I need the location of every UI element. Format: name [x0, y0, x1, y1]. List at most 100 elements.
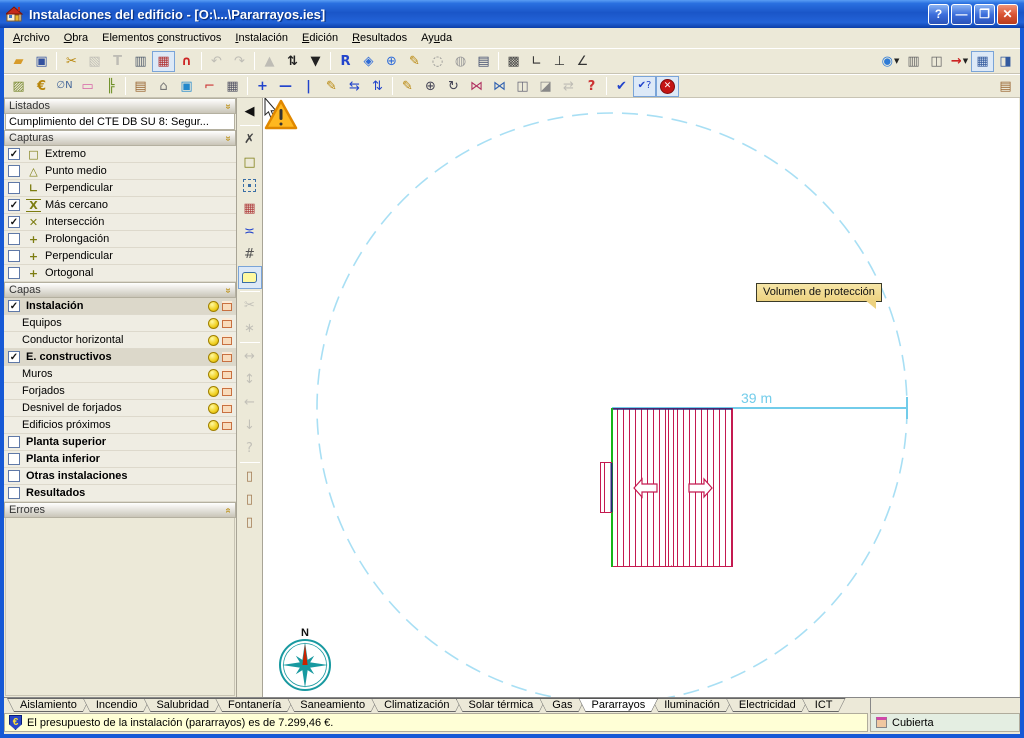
slab-edge-button[interactable]: ⌐ — [198, 76, 221, 97]
go-up-floor-button[interactable]: ▲ — [258, 51, 281, 72]
north-direction-button[interactable]: ∅N — [53, 76, 76, 97]
layer-3d-cube-icon[interactable] — [222, 352, 232, 362]
split-element-button[interactable]: ✂ — [238, 294, 262, 317]
tab-aislamiento[interactable]: Aislamiento — [7, 698, 90, 712]
move-element-button[interactable]: ⊕ — [419, 76, 442, 97]
checkbox[interactable]: ✓ — [8, 216, 20, 228]
edit-plans-button[interactable]: ▨ — [7, 76, 30, 97]
menu-instalacion[interactable]: Instalación — [228, 30, 295, 46]
maximize-button[interactable]: ❐ — [974, 4, 995, 25]
checkbox[interactable]: ✓ — [8, 300, 20, 312]
move-points-horizontal-button[interactable]: ⇆ — [343, 76, 366, 97]
menu-ayuda[interactable]: Ayuda — [414, 30, 459, 46]
configure-tools-button[interactable]: ✗ — [238, 128, 262, 151]
move-points-vertical-button[interactable]: ⇅ — [366, 76, 389, 97]
layer-visibility-icon[interactable] — [208, 403, 219, 414]
capture-templates-button[interactable]: ▧ — [83, 51, 106, 72]
print-preview-button[interactable]: ◫ — [925, 51, 948, 72]
rotate-element-button[interactable]: ↻ — [442, 76, 465, 97]
checkbox[interactable] — [8, 470, 20, 482]
legend-button[interactable]: ╠ — [99, 76, 122, 97]
layer-visibility-icon[interactable] — [208, 386, 219, 397]
window-configuration-button[interactable]: ▦ — [971, 51, 994, 72]
menu-archivo[interactable]: Archivo — [6, 30, 57, 46]
edit-query-button[interactable]: ? — [580, 76, 603, 97]
budget-button[interactable]: € — [30, 76, 53, 97]
checkbox[interactable] — [8, 267, 20, 279]
open-project-button[interactable]: ▰ — [7, 51, 30, 72]
tab-salubridad[interactable]: Salubridad — [143, 698, 222, 712]
quick-assign-panel-button[interactable]: ▤ — [994, 76, 1017, 97]
transfer-elements-button[interactable]: ⇄ — [557, 76, 580, 97]
errores-header[interactable]: Errores » — [4, 502, 236, 518]
text-window-button[interactable]: ▤ — [472, 51, 495, 72]
listados-header[interactable]: Listados » — [4, 98, 236, 114]
edit-templates-button[interactable]: ✂ — [60, 51, 83, 72]
verify-check-button[interactable]: ✔? — [633, 76, 656, 97]
insert-horizontal-line-button[interactable]: — — [274, 76, 297, 97]
query-edit-tool-button[interactable]: ? — [238, 437, 262, 460]
insert-vertical-line-button[interactable]: | — [297, 76, 320, 97]
walls-button[interactable]: ▤ — [129, 76, 152, 97]
help-button[interactable]: ? — [928, 4, 949, 25]
layer-visibility-icon[interactable] — [208, 301, 219, 312]
tab-solar-termica[interactable]: Solar térmica — [456, 698, 547, 712]
menu-obra[interactable]: Obra — [57, 30, 95, 46]
layer-3d-cube-icon[interactable] — [222, 403, 232, 413]
edit-element-button[interactable]: ✎ — [396, 76, 419, 97]
zoom-window-button[interactable]: ✎ — [403, 51, 426, 72]
nearby-buildings-button[interactable]: ▦ — [221, 76, 244, 97]
snap-square-button[interactable]: □ — [238, 151, 262, 174]
stretch-horizontal-button[interactable]: ↔ — [238, 345, 262, 368]
mirror-axis-button[interactable]: ⋈ — [465, 76, 488, 97]
layer-3d-cube-icon[interactable] — [222, 369, 232, 379]
selection-window-button[interactable] — [238, 174, 262, 197]
tab-climatizacion[interactable]: Climatización — [371, 698, 462, 712]
tab-fontaneria[interactable]: Fontanería — [215, 698, 294, 712]
coordinate-axes-button[interactable]: ∟ — [525, 51, 548, 72]
background-plan-bw-button[interactable]: ▩ — [502, 51, 525, 72]
layer-3d-cube-icon[interactable] — [222, 386, 232, 396]
layer-3d-cube-icon[interactable] — [222, 301, 232, 311]
close-button[interactable]: ✕ — [997, 4, 1018, 25]
layer-visibility-icon[interactable] — [208, 318, 219, 329]
pan-view-button[interactable]: ◍ — [449, 51, 472, 72]
snap-magnet-button[interactable]: ∩ — [175, 51, 198, 72]
drawing-canvas[interactable]: 39 m — [263, 98, 1019, 697]
mirror-copy-button[interactable]: ⋈ — [488, 76, 511, 97]
column-tool-3-button[interactable]: ▯ — [238, 511, 262, 534]
captures-settings-button[interactable]: ▦ — [238, 197, 262, 220]
tab-incendio[interactable]: Incendio — [83, 698, 151, 712]
column-tool-2-button[interactable]: ▯ — [238, 488, 262, 511]
undo-button[interactable]: ↶ — [205, 51, 228, 72]
floor-selector-button[interactable]: ⇅ — [281, 51, 304, 72]
layer-visibility-icon[interactable] — [208, 369, 219, 380]
checkbox[interactable]: ✓ — [8, 199, 20, 211]
dimension-tool-button[interactable]: ⊥ — [548, 51, 571, 72]
checkbox[interactable]: ✓ — [8, 351, 20, 363]
collapse-panel-button[interactable]: ◀ — [238, 100, 262, 123]
furniture-button[interactable]: ⌂ — [152, 76, 175, 97]
checkbox[interactable]: ✓ — [8, 148, 20, 160]
listados-report-item[interactable]: Cumplimiento del CTE DB SU 8: Segur... — [5, 114, 235, 130]
tab-electricidad[interactable]: Electricidad — [726, 698, 809, 712]
layer-3d-cube-icon[interactable] — [222, 318, 232, 328]
redraw-view-button[interactable]: R — [334, 51, 357, 72]
edit-points-button[interactable]: ✎ — [320, 76, 343, 97]
menu-resultados[interactable]: Resultados — [345, 30, 414, 46]
layer-3d-cube-icon[interactable] — [222, 335, 232, 345]
capas-header[interactable]: Capas » — [4, 282, 236, 298]
checkbox[interactable] — [8, 250, 20, 262]
warning-icon[interactable] — [263, 98, 299, 132]
tab-iluminacion[interactable]: Iluminación — [651, 698, 733, 712]
insert-point-button[interactable]: + — [251, 76, 274, 97]
checkbox[interactable] — [8, 182, 20, 194]
checkbox[interactable] — [8, 436, 20, 448]
move-left-tool-button[interactable]: ← — [238, 391, 262, 414]
tab-gas[interactable]: Gas — [539, 698, 585, 712]
tab-saneamiento[interactable]: Saneamiento — [287, 698, 378, 712]
layer-visibility-icon[interactable] — [208, 420, 219, 431]
manage-drawing-views-button[interactable]: ▦ — [152, 51, 175, 72]
copy-element-button[interactable]: ◫ — [511, 76, 534, 97]
stretch-vertical-button[interactable]: ↕ — [238, 368, 262, 391]
